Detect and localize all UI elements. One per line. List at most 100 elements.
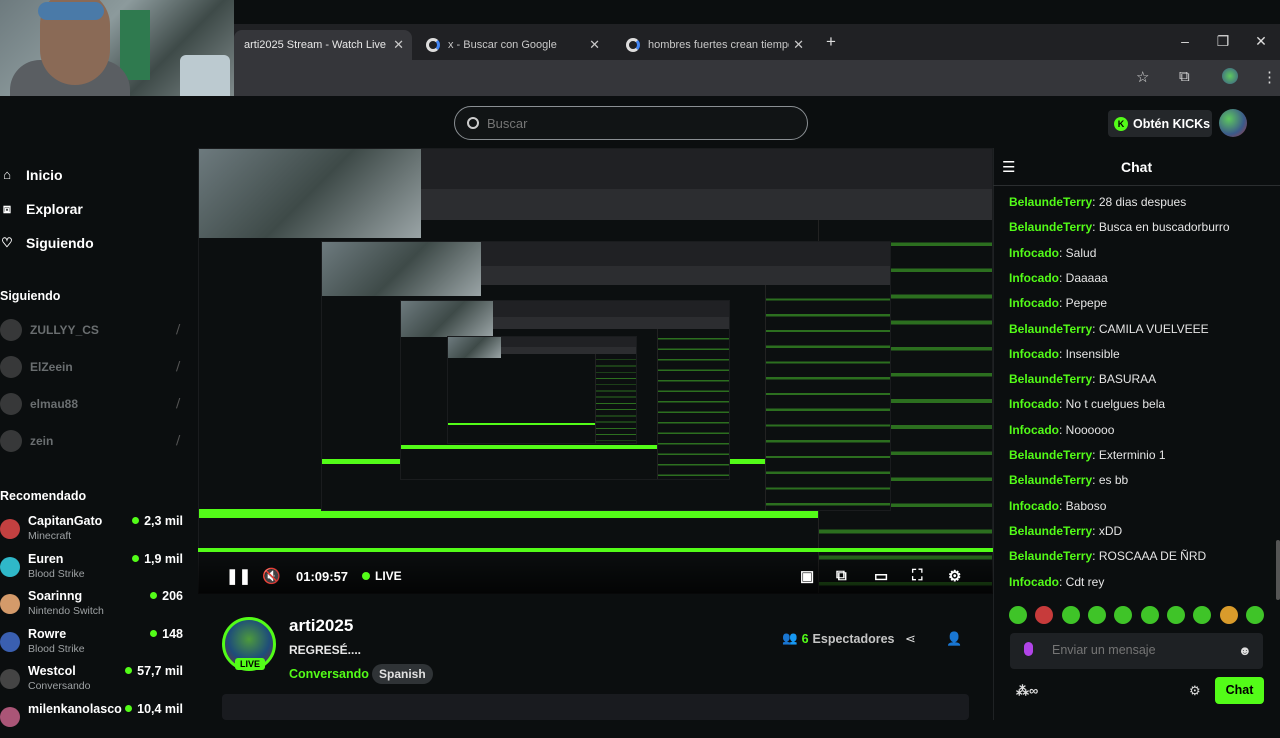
tab-kick-stream[interactable]: arti2025 Stream - Watch Live on ✕: [234, 30, 412, 60]
chat-text: Busca en buscadorburro: [1098, 220, 1230, 235]
recommended-item[interactable]: Westcol Conversando 57,7 mil: [0, 664, 186, 700]
chat-username[interactable]: BelaundeTerry: [1009, 195, 1092, 209]
video-player[interactable]: [198, 148, 993, 594]
channel-points-icon[interactable]: ⁂∞: [1016, 683, 1038, 699]
chat-message-input[interactable]: [1052, 643, 1222, 657]
chat-username[interactable]: Infocado: [1009, 575, 1059, 589]
user-add-icon[interactable]: 👤: [946, 631, 962, 647]
mute-icon[interactable]: 🔇: [262, 567, 281, 585]
fullscreen-icon[interactable]: ⛶: [912, 567, 923, 584]
following-item[interactable]: zein ⧸: [0, 426, 186, 456]
chat-message: Infocado: Daaaaa: [1009, 271, 1108, 285]
chat-scrollbar[interactable]: [1276, 540, 1280, 600]
close-tab-icon[interactable]: ✕: [789, 37, 804, 53]
chat-message: BelaundeTerry: Exterminio 1: [1009, 448, 1166, 462]
following-heading: Siguiendo: [0, 289, 61, 303]
emote-icon[interactable]: [1219, 606, 1238, 624]
emote-icon[interactable]: [1087, 606, 1106, 624]
mic-icon[interactable]: [1024, 642, 1033, 656]
recursive-screen: [400, 300, 730, 480]
chat-username[interactable]: Infocado: [1009, 296, 1059, 310]
avatar: [0, 631, 20, 652]
following-item[interactable]: ElZeein ⧸: [0, 352, 186, 382]
language-tag[interactable]: Spanish: [372, 664, 433, 684]
chat-username[interactable]: BelaundeTerry: [1009, 448, 1092, 462]
following-item[interactable]: elmau88 ⧸: [0, 389, 186, 419]
chat-username[interactable]: Infocado: [1009, 271, 1059, 285]
heart-icon: ♡: [1, 235, 13, 250]
recursive-screen: [198, 148, 993, 594]
close-tab-icon[interactable]: ✕: [589, 37, 600, 53]
pause-icon[interactable]: ❚❚: [226, 567, 251, 585]
emote-icon[interactable]: [1193, 606, 1212, 624]
channel-game: Blood Strike: [28, 567, 85, 580]
chat-username[interactable]: BelaundeTerry: [1009, 220, 1092, 234]
stream-category[interactable]: Conversando: [289, 667, 369, 681]
collapse-chat-icon[interactable]: ☰: [1002, 158, 1015, 176]
avatar: [0, 519, 20, 539]
chat-username[interactable]: BelaundeTerry: [1009, 322, 1092, 336]
share-icon[interactable]: ⋖: [905, 631, 916, 647]
user-avatar[interactable]: [1219, 109, 1247, 137]
recommended-item[interactable]: Soarinng Nintendo Switch 206: [0, 589, 186, 625]
chat-username[interactable]: BelaundeTerry: [1009, 473, 1092, 487]
chat-text: Salud: [1065, 245, 1097, 260]
tab-google-search[interactable]: x - Buscar con Google ✕: [416, 30, 608, 60]
browser-tab-bar: arti2025 Stream - Watch Live on ✕ x - Bu…: [234, 24, 1280, 60]
nav-item-inicio[interactable]: ⌂ Inicio: [0, 167, 63, 183]
emote-icon[interactable]: [1009, 606, 1027, 624]
chat-message: BelaundeTerry: BASURAA: [1009, 372, 1156, 386]
tab-hombres-fuertes[interactable]: hombres fuertes crean tiempos ✕: [616, 30, 812, 60]
recommended-item[interactable]: Euren Blood Strike 1,9 mil: [0, 552, 186, 588]
emote-icon[interactable]: [1035, 606, 1054, 624]
emoji-icon[interactable]: ☻: [1238, 643, 1252, 658]
chat-username[interactable]: BelaundeTerry: [1009, 549, 1092, 563]
channel-name: milenkanolasco: [28, 701, 122, 716]
chat-settings-icon[interactable]: ⚙: [1189, 683, 1201, 699]
emote-icon[interactable]: [1245, 606, 1264, 624]
tab-label: x - Buscar con Google: [448, 39, 557, 51]
following-item[interactable]: ZULLYY_CS ⧸: [0, 315, 186, 345]
theater-icon[interactable]: ▭: [874, 567, 888, 585]
chat-username[interactable]: Infocado: [1009, 423, 1059, 437]
restore-icon[interactable]: ❐: [1204, 24, 1242, 60]
send-chat-button[interactable]: Chat: [1215, 677, 1264, 704]
clip-icon[interactable]: ⧉: [836, 567, 847, 584]
miniplayer-icon[interactable]: ▣: [800, 567, 814, 585]
search-input[interactable]: [487, 115, 767, 131]
chat-text: 28 dias despues: [1098, 195, 1187, 209]
search-bar[interactable]: [454, 106, 808, 140]
recommended-item[interactable]: Rowre Blood Strike 148: [0, 627, 186, 663]
menu-icon[interactable]: ⋮: [1262, 68, 1277, 86]
chat-text: BASURAA: [1098, 372, 1157, 387]
nav-item-explorar[interactable]: ⧈ Explorar: [0, 201, 83, 217]
progress-bar[interactable]: [198, 548, 993, 552]
chat-username[interactable]: Infocado: [1009, 499, 1059, 513]
chat-username[interactable]: Infocado: [1009, 246, 1059, 260]
get-kicks-button[interactable]: K Obtén KICKs: [1108, 110, 1212, 137]
star-icon[interactable]: ☆: [1136, 68, 1149, 86]
emote-icon[interactable]: [1166, 606, 1185, 624]
close-tab-icon[interactable]: ✕: [389, 37, 404, 53]
google-icon: [626, 38, 640, 52]
chat-text: Noooooo: [1065, 422, 1115, 437]
recommended-item[interactable]: CapitanGato Minecraft 2,3 mil: [0, 514, 186, 550]
live-indicator: LIVE: [362, 569, 402, 583]
minimize-icon[interactable]: –: [1166, 24, 1204, 60]
profile-icon[interactable]: [1222, 68, 1238, 84]
emote-icon[interactable]: [1061, 606, 1080, 624]
tab-label: arti2025 Stream - Watch Live on: [244, 39, 402, 51]
extensions-icon[interactable]: ⧉: [1179, 68, 1190, 85]
channel-name[interactable]: arti2025: [289, 616, 353, 636]
close-icon[interactable]: ✕: [1242, 24, 1280, 60]
chat-username[interactable]: Infocado: [1009, 397, 1059, 411]
emote-icon[interactable]: [1140, 606, 1159, 624]
settings-icon[interactable]: ⚙: [948, 567, 961, 585]
plus-icon[interactable]: +: [826, 32, 836, 52]
chat-username[interactable]: Infocado: [1009, 347, 1059, 361]
avatar: [0, 594, 20, 614]
chat-username[interactable]: BelaundeTerry: [1009, 524, 1092, 538]
emote-icon[interactable]: [1114, 606, 1133, 624]
chat-username[interactable]: BelaundeTerry: [1009, 372, 1092, 386]
nav-item-siguiendo[interactable]: ♡ Siguiendo: [0, 235, 94, 251]
